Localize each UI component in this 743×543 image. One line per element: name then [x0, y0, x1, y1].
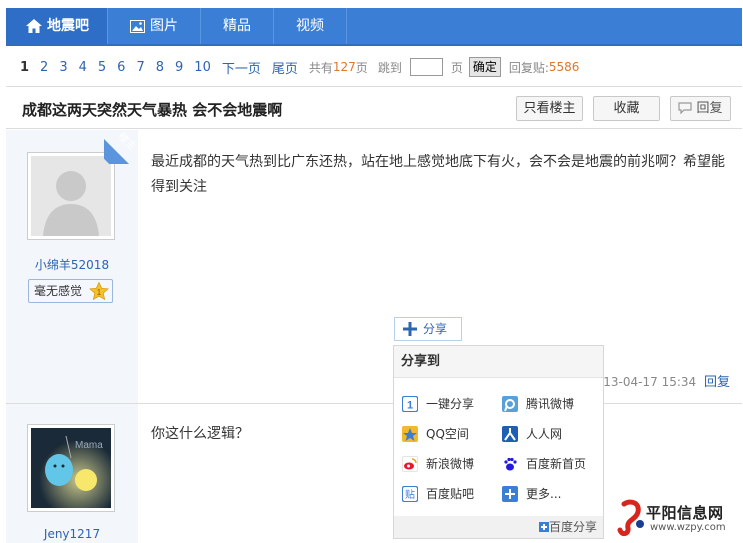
svg-text:1: 1 — [407, 400, 413, 412]
share-sina-weibo[interactable]: 新浪微博 — [402, 454, 474, 474]
avatar-image: Mama — [31, 428, 111, 508]
share-baidu-home[interactable]: 百度新首页 — [502, 454, 586, 474]
op-corner-tag: 楼主 — [104, 130, 138, 164]
level-star-icon: 1 — [89, 282, 109, 300]
post-reply-link[interactable]: 回复 — [704, 375, 730, 390]
share-panel-title: 分享到 — [394, 346, 603, 378]
jump-label: 跳到 — [377, 60, 402, 75]
last-page-link[interactable]: 尾页 — [272, 58, 298, 77]
author-sidebar: Mama Jeny1217 — [6, 404, 138, 543]
reply-button-label: 回复 — [696, 101, 723, 116]
share-item-label: 更多... — [526, 487, 562, 501]
total-pages-count: 127 — [332, 60, 356, 74]
page-link-9[interactable]: 9 — [175, 60, 183, 75]
share-baidu-tieba[interactable]: 贴 百度贴吧 — [402, 484, 474, 504]
author-username[interactable]: 小绵羊52018 — [6, 256, 138, 273]
share-more[interactable]: 更多... — [502, 484, 561, 504]
page-link-2[interactable]: 2 — [40, 60, 48, 75]
corner-tag-label: 楼主 — [115, 130, 138, 153]
page-link-8[interactable]: 8 — [156, 60, 164, 75]
share-item-label: 新浪微博 — [426, 457, 475, 471]
total-pages-prefix: 共有 — [308, 60, 333, 75]
renren-icon — [502, 426, 518, 442]
thread-title: 成都这两天突然天气暴热 会不会地震啊 — [22, 101, 283, 119]
comment-icon — [678, 102, 693, 115]
page-link-10[interactable]: 10 — [194, 60, 211, 75]
page-link-5[interactable]: 5 — [98, 60, 106, 75]
share-one-click[interactable]: 1 一键分享 — [402, 394, 474, 414]
share-panel-footer[interactable]: 百度分享 — [394, 516, 603, 538]
home-icon — [26, 19, 42, 33]
pager: 1 2 3 4 5 6 7 8 9 10 下一页 尾页 共有 127 页 跳到 页 … — [20, 56, 579, 78]
nav-home-label: 地震吧 — [47, 18, 89, 34]
site-watermark: 平阳信息网 www.wzpy.com — [612, 494, 740, 540]
share-panel: 分享到 1 一键分享 腾讯微博 QQ空间 人人网 新浪微博 百度新首页 贴 百度… — [393, 345, 604, 539]
nav-videos-label: 视频 — [296, 18, 324, 34]
share-item-label: 百度贴吧 — [426, 487, 475, 501]
baidu-paw-icon — [502, 456, 518, 472]
avatar-text: Mama — [75, 440, 103, 451]
more-plus-icon — [502, 486, 518, 502]
avatar[interactable]: Mama — [27, 424, 115, 512]
nav-featured-label: 精品 — [223, 18, 251, 34]
plus-icon — [403, 322, 417, 336]
share-button-label: 分享 — [423, 322, 448, 336]
share-item-label: 人人网 — [526, 427, 563, 441]
nav-pictures[interactable]: 图片 — [108, 8, 201, 44]
jump-page-input[interactable] — [409, 58, 443, 76]
watermark-url: www.wzpy.com — [650, 522, 726, 533]
nav-videos[interactable]: 视频 — [274, 8, 347, 44]
jump-confirm-button[interactable]: 确定 — [468, 57, 501, 77]
baidu-share-icon — [538, 522, 549, 532]
share-tencent-weibo[interactable]: 腾讯微博 — [502, 394, 574, 414]
share-item-label: 腾讯微博 — [526, 397, 575, 411]
page-link-3[interactable]: 3 — [59, 60, 67, 75]
total-pages-suffix: 页 — [355, 60, 368, 75]
author-username[interactable]: Jeny1217 — [6, 527, 138, 541]
post-op: 小绵羊52018 毫无感觉 1 楼主 最近成都的天气热到比广东还热，站在地上感觉… — [6, 130, 742, 404]
author-sidebar: 小绵羊52018 毫无感觉 1 楼主 — [6, 130, 138, 403]
next-page-link[interactable]: 下一页 — [222, 58, 261, 77]
nav-home[interactable]: 地震吧 — [6, 8, 108, 44]
reply-button[interactable]: 回复 — [670, 96, 731, 121]
tieba-icon: 贴 — [402, 486, 418, 502]
avatar[interactable] — [27, 152, 115, 240]
watermark-title: 平阳信息网 — [646, 504, 724, 522]
post-time: 2013-04-17 15:34 — [588, 375, 697, 389]
page-link-4[interactable]: 4 — [79, 60, 87, 75]
watermark-logo-icon — [617, 499, 644, 537]
one-click-share-icon: 1 — [402, 396, 418, 412]
member-badge: 毫无感觉 1 — [28, 279, 113, 303]
sina-weibo-icon — [402, 456, 418, 472]
level-number: 1 — [97, 288, 102, 297]
jump-suffix: 页 — [450, 60, 463, 75]
reply-count-label: 回复贴: — [508, 60, 549, 75]
share-footer-label: 百度分享 — [548, 520, 597, 534]
tencent-weibo-icon — [502, 396, 518, 412]
share-renren[interactable]: 人人网 — [502, 424, 562, 444]
thread-title-bar: 成都这两天突然天气暴热 会不会地震啊 只看楼主 收藏 回复 — [6, 86, 742, 129]
share-item-label: 一键分享 — [426, 397, 475, 411]
reply-count: 5586 — [548, 60, 580, 74]
page: 地震吧 图片 精品 视频 1 2 3 4 5 6 7 8 9 10 下一页 尾页… — [0, 0, 743, 543]
only-op-button[interactable]: 只看楼主 — [516, 96, 583, 121]
page-link-6[interactable]: 6 — [117, 60, 125, 75]
nav-featured[interactable]: 精品 — [201, 8, 274, 44]
share-item-label: 百度新首页 — [526, 457, 587, 471]
nav-pictures-label: 图片 — [150, 18, 178, 34]
post-content: 最近成都的天气热到比广东还热，站在地上感觉地底下有火，会不会是地震的前兆啊？希望… — [151, 154, 725, 195]
top-nav: 地震吧 图片 精品 视频 — [6, 8, 742, 46]
default-avatar-icon — [31, 156, 111, 236]
qzone-icon — [402, 426, 418, 442]
page-link-7[interactable]: 7 — [136, 60, 144, 75]
share-button[interactable]: 分享 — [394, 317, 462, 341]
share-item-label: QQ空间 — [426, 427, 469, 441]
share-qzone[interactable]: QQ空间 — [402, 424, 469, 444]
post-meta: 2013-04-17 15:34 回复 — [588, 371, 730, 390]
picture-icon — [130, 19, 145, 33]
badge-label: 毫无感觉 — [34, 284, 83, 298]
svg-text:贴: 贴 — [405, 488, 415, 501]
collect-button[interactable]: 收藏 — [593, 96, 660, 121]
page-link-1: 1 — [20, 59, 30, 75]
